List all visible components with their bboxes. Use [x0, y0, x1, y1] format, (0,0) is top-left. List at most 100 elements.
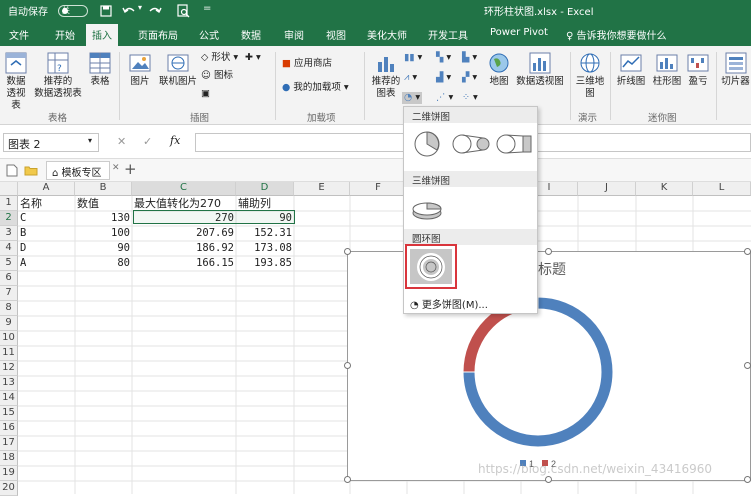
row-header[interactable]: 16 — [0, 421, 18, 436]
waterfall-chart-button[interactable]: ▟ ▾ — [436, 72, 451, 84]
save-icon[interactable] — [100, 5, 112, 17]
resize-handle[interactable] — [545, 476, 552, 483]
close-tab-icon[interactable]: ✕ — [112, 163, 120, 173]
column-chart-button[interactable]: ▮▮ ▾ — [404, 52, 422, 64]
tab-view[interactable]: 视图 — [326, 27, 346, 42]
tab-review[interactable]: 审阅 — [284, 27, 304, 42]
row-header[interactable]: 17 — [0, 436, 18, 451]
table-cell[interactable]: B — [18, 226, 75, 241]
table-cell[interactable]: 100 — [75, 226, 132, 241]
shapes-button[interactable]: ◇ 形状 ▾ — [201, 52, 238, 64]
table-header-cell[interactable]: 最大值转化为270 — [132, 196, 236, 211]
icons-button[interactable]: ☺ 图标 — [201, 70, 233, 82]
row-header[interactable]: 12 — [0, 361, 18, 376]
tab-formulas[interactable]: 公式 — [199, 27, 219, 42]
redo-icon[interactable] — [148, 5, 162, 17]
maps-button[interactable]: 地图 — [487, 52, 511, 88]
column-header[interactable]: D — [236, 182, 294, 196]
tell-me-box[interactable]: ♀ 告诉我你想要做什么 — [566, 27, 667, 42]
table-button[interactable]: 表格 — [88, 52, 112, 88]
pivot-table-button[interactable]: 数据 透视表 — [2, 52, 30, 112]
tab-developer[interactable]: 开发工具 — [428, 27, 468, 42]
tab-power-pivot[interactable]: Power Pivot — [490, 27, 548, 38]
row-header[interactable]: 13 — [0, 376, 18, 391]
table-cell[interactable]: 166.15 — [132, 256, 236, 271]
row-header[interactable]: 4 — [0, 241, 18, 256]
3d-map-button[interactable]: 三维地 图 — [575, 52, 605, 100]
doughnut-option-selected[interactable] — [405, 244, 457, 289]
autosave-toggle[interactable]: 关 — [58, 5, 88, 17]
row-header[interactable]: 1 — [0, 196, 18, 211]
resize-handle[interactable] — [344, 476, 351, 483]
column-header[interactable]: E — [294, 182, 350, 196]
scatter-chart-button[interactable]: ⁘ ▾ — [462, 92, 478, 104]
row-header[interactable]: 8 — [0, 301, 18, 316]
table-cell[interactable]: 152.31 — [236, 226, 294, 241]
sparkline-winloss-button[interactable]: 盈亏 — [686, 52, 710, 88]
row-header[interactable]: 7 — [0, 286, 18, 301]
resize-handle[interactable] — [545, 248, 552, 255]
sparkline-column-button[interactable]: 柱形图 — [650, 52, 684, 88]
cancel-icon[interactable]: ✕ — [117, 135, 126, 148]
row-header[interactable]: 5 — [0, 256, 18, 271]
row-header[interactable]: 6 — [0, 271, 18, 286]
more-pie-charts-item[interactable]: ◔ 更多饼图(M)... — [404, 293, 537, 311]
table-cell[interactable]: 173.08 — [236, 241, 294, 256]
tab-meihua[interactable]: 美化大师 — [367, 27, 407, 42]
recommended-pivot-button[interactable]: ? 推荐的 数据透视表 — [33, 52, 83, 100]
pivot-chart-button[interactable]: 数据透视图 — [515, 52, 565, 88]
row-header[interactable]: 3 — [0, 226, 18, 241]
row-header[interactable]: 14 — [0, 391, 18, 406]
bar-of-pie-icon[interactable] — [496, 129, 536, 159]
column-header[interactable]: B — [75, 182, 132, 196]
tab-page-layout[interactable]: 页面布局 — [138, 27, 178, 42]
table-cell[interactable]: 193.85 — [236, 256, 294, 271]
column-header[interactable]: J — [578, 182, 636, 196]
table-cell[interactable]: 130 — [75, 211, 132, 226]
table-header-cell[interactable]: 数值 — [75, 196, 132, 211]
undo-icon[interactable] — [122, 5, 136, 17]
3d-pie-icon[interactable] — [410, 195, 444, 225]
table-cell[interactable]: 207.69 — [132, 226, 236, 241]
screenshot-button[interactable]: ▣ — [201, 88, 210, 100]
row-header[interactable]: 2 — [0, 211, 18, 226]
select-all-corner[interactable] — [0, 182, 18, 196]
table-cell[interactable]: 90 — [75, 241, 132, 256]
add-tab-icon[interactable]: + — [124, 160, 137, 178]
row-header[interactable]: 11 — [0, 346, 18, 361]
name-box[interactable]: 图表 2 — [3, 133, 99, 152]
column-header[interactable]: L — [693, 182, 751, 196]
line-chart-button[interactable]: ⩘ ▾ — [404, 72, 417, 84]
print-preview-icon[interactable] — [176, 4, 190, 18]
tab-file[interactable]: 文件 — [9, 27, 29, 42]
hierarchy-chart-button[interactable]: ▚ ▾ — [436, 52, 451, 64]
slicer-button[interactable]: 切片器 — [720, 52, 751, 88]
statistic-chart-button[interactable]: ▙ ▾ — [462, 52, 477, 64]
resize-handle[interactable] — [744, 248, 751, 255]
column-header[interactable]: K — [636, 182, 693, 196]
doughnut-series[interactable] — [462, 296, 614, 448]
row-header[interactable]: 15 — [0, 406, 18, 421]
resize-handle[interactable] — [744, 476, 751, 483]
row-header[interactable]: 19 — [0, 466, 18, 481]
column-header[interactable]: C — [132, 182, 236, 196]
fx-icon[interactable]: fx — [170, 134, 180, 147]
new-document-icon[interactable] — [6, 164, 18, 177]
resize-handle[interactable] — [344, 362, 351, 369]
table-cell[interactable]: 80 — [75, 256, 132, 271]
row-header[interactable]: 9 — [0, 316, 18, 331]
column-header[interactable]: F — [350, 182, 407, 196]
recommended-charts-button[interactable]: 推荐的 图表 — [371, 52, 401, 100]
row-header[interactable]: 10 — [0, 331, 18, 346]
column-header[interactable]: A — [18, 182, 75, 196]
row-header[interactable]: 18 — [0, 451, 18, 466]
tab-data[interactable]: 数据 — [241, 27, 261, 42]
my-addins-button[interactable]: ● 我的加载项 ▾ — [282, 82, 349, 94]
pie-chart-button[interactable]: ◔ ▾ — [402, 92, 423, 104]
undo-dropdown-icon[interactable]: ▾ — [138, 3, 142, 12]
online-picture-button[interactable]: 联机图片 — [158, 52, 198, 88]
sheet-tab-template[interactable]: ⌂ 模板专区 — [46, 161, 110, 180]
table-cell[interactable]: D — [18, 241, 75, 256]
table-header-cell[interactable]: 辅助列 — [236, 196, 294, 211]
sparkline-line-button[interactable]: 折线图 — [614, 52, 648, 88]
